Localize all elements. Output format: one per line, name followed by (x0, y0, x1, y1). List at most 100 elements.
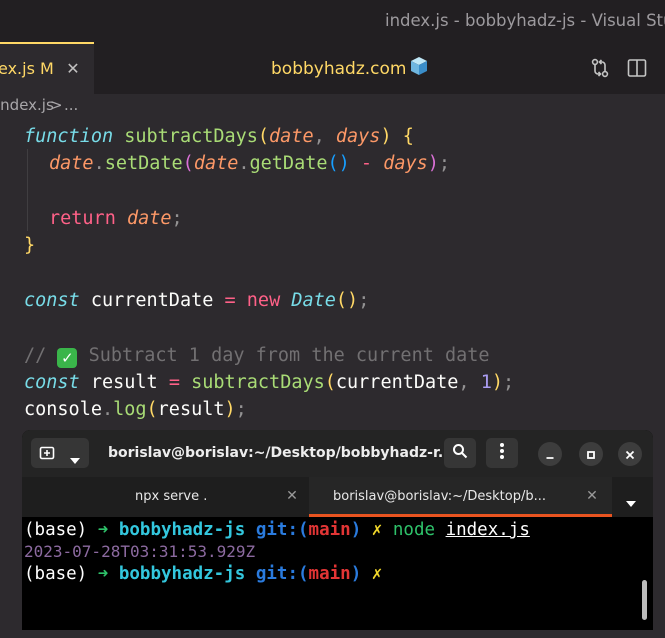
terminal-tabbar: npx serve . ✕ borislav@borislav:~/Deskto… (22, 477, 653, 517)
close-window-button[interactable] (618, 442, 642, 466)
tab-close-icon[interactable]: ✕ (283, 487, 301, 505)
dirty-mark-icon: ✗ (371, 564, 383, 584)
source-control-compare-icon[interactable] (588, 56, 612, 80)
token-method: setDate (104, 153, 183, 174)
token-punctuation: ; (358, 290, 370, 311)
token-punctuation: ; (235, 399, 247, 420)
token-function-call: subtractDays (191, 372, 325, 393)
token-class: Date (291, 290, 336, 311)
prompt-dir: bobbyhadz-js (118, 564, 246, 584)
comment-text: Subtract 1 day from the current date (88, 345, 490, 366)
prompt-git: git:( (255, 564, 309, 584)
code-line-2: date.setDate(date.getDate() - days); (49, 150, 450, 177)
code-editor[interactable]: function subtractDays(date, days) { date… (0, 122, 665, 432)
token-punctuation: . (93, 153, 105, 174)
code-line-9-comment: // ✓ Subtract 1 day from the current dat… (24, 342, 490, 369)
terminal-search-button[interactable] (444, 438, 476, 468)
token-keyword: const (24, 290, 80, 311)
tab-close-icon[interactable]: ✕ (62, 58, 84, 80)
token-bracket: ) (427, 153, 439, 174)
prompt-git-close: ) (350, 564, 362, 584)
token-variable: date (49, 153, 94, 174)
indent-guide (27, 149, 28, 231)
token-punctuation: ; (171, 208, 183, 229)
terminal-window: borislav@borislav:~/Desktop/bobbyhadz-r.… (22, 430, 653, 630)
token-operator: - (360, 153, 373, 174)
prompt-dir: bobbyhadz-js (118, 520, 246, 540)
token-bracket: ( (182, 153, 194, 174)
token-keyword: return (49, 208, 116, 229)
token-keyword: new (246, 290, 281, 311)
breadcrumb-file[interactable]: index.js (0, 96, 54, 114)
new-tab-icon (39, 445, 55, 465)
token-punctuation: . (238, 153, 250, 174)
minimize-icon (545, 445, 555, 464)
prompt-git: git:( (255, 520, 309, 540)
breadcrumb-separator: > (50, 96, 63, 114)
token-operator: = (224, 290, 236, 311)
token-keyword: const (24, 372, 80, 393)
terminal-line-2: 2023-07-28T03:31:53.929Z (24, 542, 256, 561)
code-line-4: return date; (49, 205, 183, 232)
new-tab-button[interactable] (31, 438, 89, 468)
tab-modified-badge: M (40, 59, 54, 78)
brand-label: bobbyhadz.com (271, 56, 429, 81)
breadcrumb-more[interactable]: ... (64, 96, 78, 114)
minimize-button[interactable] (538, 442, 562, 466)
terminal-tab-npx-serve[interactable]: npx serve . ✕ (22, 477, 309, 517)
conda-env: (base) (24, 564, 88, 584)
terminal-tab-borislav[interactable]: borislav@borislav:~/Desktop/b... ✕ (309, 477, 612, 517)
comment-prefix: // (24, 345, 47, 366)
cube-icon (409, 56, 429, 81)
token-variable: result (90, 372, 158, 393)
token-variable: date (193, 153, 239, 174)
window-titlebar: index.js - bobbyhadz-js - Visual Studio … (0, 0, 665, 42)
token-param: days (335, 126, 381, 147)
tabs-overflow-chevron-icon[interactable] (625, 493, 637, 512)
prompt-git-close: ) (350, 520, 362, 540)
token-bracket: () (327, 153, 350, 174)
conda-env: (base) (24, 520, 88, 540)
terminal-output[interactable]: (base) ➜ bobbyhadz-js git:(main) ✗ node … (22, 517, 653, 630)
token-bracket: } (24, 235, 36, 256)
terminal-scrollbar[interactable] (642, 580, 647, 620)
token-bracket: ) (491, 372, 503, 393)
maximize-icon (586, 445, 596, 464)
token-bracket: ( (146, 399, 158, 420)
token-variable: currentDate (335, 372, 459, 393)
token-bracket: ( (257, 126, 270, 147)
search-icon (452, 443, 468, 463)
terminal-line-1: (base) ➜ bobbyhadz-js git:(main) ✗ node … (24, 519, 530, 541)
token-bracket: ) (380, 126, 392, 147)
editor-tabbar: ex.js M ✕ bobbyhadz.com (0, 42, 665, 94)
tab-file-name: ex.js (0, 59, 35, 78)
token-punctuation: . (101, 399, 114, 420)
token-operator: = (168, 372, 180, 393)
token-bracket: ( (324, 372, 336, 393)
terminal-title: borislav@borislav:~/Desktop/bobbyhadz-r.… (108, 445, 454, 461)
maximize-button[interactable] (579, 442, 603, 466)
token-bracket: { (402, 126, 414, 147)
token-variable: console (24, 399, 102, 420)
split-editor-icon[interactable] (625, 56, 649, 80)
chevron-down-icon[interactable] (69, 450, 81, 469)
token-param: date (269, 126, 314, 147)
editor-tab-index-js[interactable]: ex.js M ✕ (0, 42, 94, 94)
token-keyword: function (24, 126, 114, 147)
code-line-7: const currentDate = new Date(); (24, 287, 369, 314)
dirty-mark-icon: ✗ (371, 520, 383, 540)
prompt-branch: main (308, 564, 351, 584)
code-line-10: const result = subtractDays(currentDate,… (24, 369, 514, 396)
token-punctuation: ; (438, 153, 451, 174)
terminal-menu-button[interactable] (486, 438, 518, 468)
code-line-5: } (24, 232, 35, 259)
close-icon (625, 445, 635, 464)
token-variable: result (157, 399, 225, 420)
terminal-headerbar: borislav@borislav:~/Desktop/bobbyhadz-r.… (22, 430, 653, 477)
token-punctuation: , (458, 372, 470, 393)
tab-close-icon[interactable]: ✕ (583, 487, 601, 505)
terminal-tab-label: npx serve . (135, 489, 208, 504)
brand-text: bobbyhadz.com (271, 59, 407, 79)
check-mark-icon: ✓ (57, 348, 78, 368)
window-title: index.js - bobbyhadz-js - Visual Studio … (385, 11, 665, 30)
